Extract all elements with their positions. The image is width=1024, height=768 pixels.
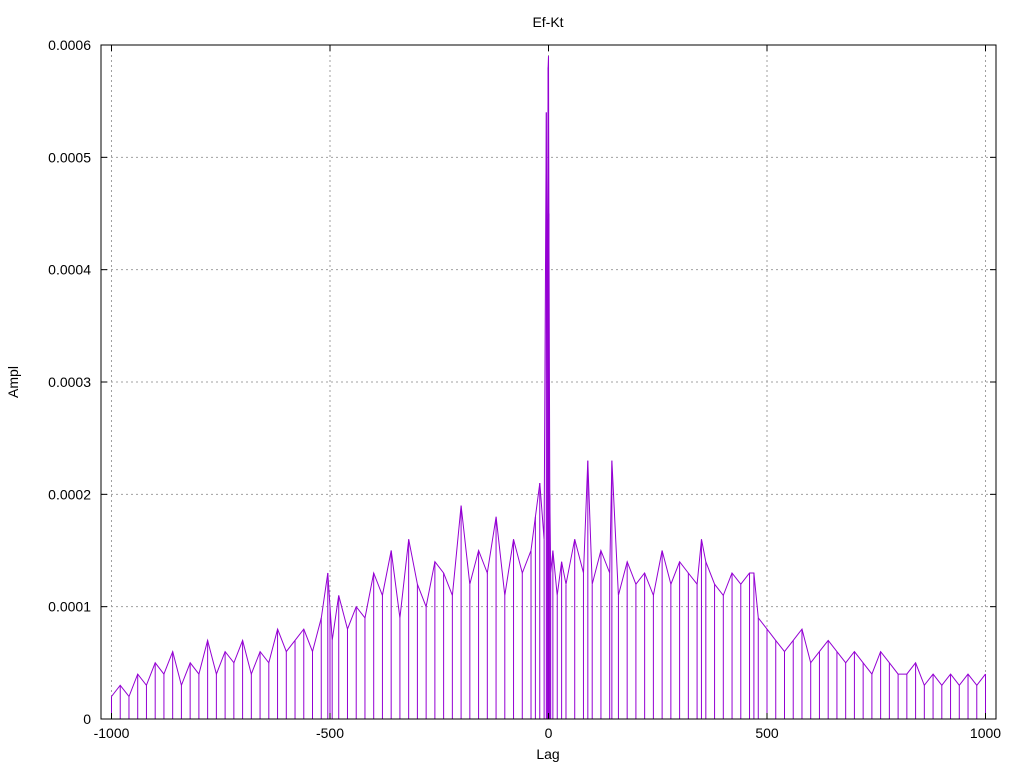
- x-tick-label: 0: [545, 725, 553, 741]
- series-layer: [110, 56, 987, 719]
- x-axis-title: Lag: [536, 746, 559, 762]
- x-tick-label: -1000: [94, 725, 130, 741]
- y-tick-label: 0.0005: [48, 149, 91, 165]
- y-tick-label: 0: [83, 711, 91, 727]
- x-tick-label: 500: [755, 725, 779, 741]
- chart-title: Ef-Kt: [532, 14, 563, 30]
- chart: Ef-Kt -1000 -500 0 500 1000 0 0.0001 0.0002 0.0…: [5, 14, 1002, 762]
- y-axis-title: Ampl: [5, 366, 21, 398]
- y-tick-label: 0.0006: [48, 37, 91, 53]
- x-tick-label: -500: [316, 725, 344, 741]
- y-tick-label: 0.0002: [48, 486, 91, 502]
- y-tick-labels: 0 0.0001 0.0002 0.0003 0.0004 0.0005 0.0006: [48, 37, 91, 727]
- x-tick-labels: -1000 -500 0 500 1000: [94, 725, 1002, 741]
- y-tick-label: 0.0004: [48, 262, 91, 278]
- y-tick-label: 0.0003: [48, 374, 91, 390]
- y-tick-label: 0.0001: [48, 599, 91, 615]
- x-tick-label: 1000: [970, 725, 1001, 741]
